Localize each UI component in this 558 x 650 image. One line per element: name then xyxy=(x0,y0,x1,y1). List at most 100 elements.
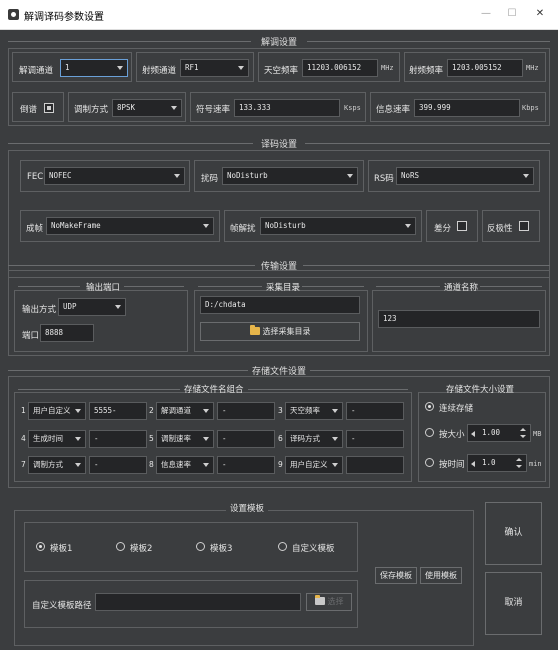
filename-item-value[interactable]: - xyxy=(89,430,147,448)
close-button[interactable]: ✕ xyxy=(530,6,550,22)
title-bar: 解调译码参数设置 — ☐ ✕ xyxy=(0,0,558,30)
template-label-custom: 自定义模板 xyxy=(292,544,335,554)
filename-item-select[interactable]: 调制速率 xyxy=(156,430,214,448)
filename-item-select[interactable]: 用户自定义 xyxy=(28,402,86,420)
rf-freq-input[interactable]: 1203.005152 xyxy=(447,59,523,77)
filename-item-value[interactable] xyxy=(346,456,404,474)
item-number: 1 xyxy=(21,406,26,415)
template-radio-custom[interactable] xyxy=(278,542,287,551)
frame-label: 成帧 xyxy=(26,224,44,234)
port-input[interactable]: 8888 xyxy=(40,324,94,342)
rs-label: RS码 xyxy=(374,174,394,184)
filename-item-value[interactable]: - xyxy=(346,430,404,448)
channel-name-input[interactable]: 123 xyxy=(378,310,540,328)
select-collect-dir-button[interactable]: 选择采集目录 xyxy=(200,322,360,341)
by-size-unit: MB xyxy=(533,430,542,438)
cancel-button[interactable]: 取消 xyxy=(485,572,542,635)
rf-freq-unit: MHz xyxy=(526,64,539,72)
by-time-radio[interactable] xyxy=(425,458,434,467)
filename-item-select[interactable]: 天空频率 xyxy=(285,402,343,420)
divider xyxy=(303,265,550,266)
minimize-button[interactable]: — xyxy=(476,6,496,22)
collect-path-input[interactable]: D:/chdata xyxy=(200,296,360,314)
filename-item-value[interactable]: 5555- xyxy=(89,402,147,420)
item-number: 3 xyxy=(278,406,283,415)
scramble-select[interactable]: NoDisturb xyxy=(222,167,358,185)
filename-item-select[interactable]: 信息速率 xyxy=(156,456,214,474)
info-rate-input[interactable]: 399.999 xyxy=(414,99,520,117)
symbol-rate-input[interactable]: 133.333 xyxy=(234,99,340,117)
info-rate-label: 信息速率 xyxy=(376,105,411,115)
sky-freq-input[interactable]: 11203.006152 xyxy=(302,59,378,77)
by-time-unit: min xyxy=(529,460,542,468)
filename-combo-title: 存储文件名组合 xyxy=(184,385,244,395)
filename-item-value[interactable]: - xyxy=(217,430,275,448)
out-mode-label: 输出方式 xyxy=(22,305,57,315)
by-size-radio[interactable] xyxy=(425,428,434,437)
frame-select[interactable]: NoMakeFrame xyxy=(46,217,214,235)
template-label-3: 模板3 xyxy=(210,544,233,554)
sky-freq-label: 天空频率 xyxy=(264,66,299,76)
filename-item-select[interactable]: 用户自定义 xyxy=(285,456,343,474)
item-number: 4 xyxy=(21,434,26,443)
descramble-select[interactable]: NoDisturb xyxy=(260,217,416,235)
custom-path-input[interactable] xyxy=(95,593,301,611)
by-size-label: 按大小 xyxy=(439,430,465,440)
by-size-spinner[interactable]: 1.00 xyxy=(467,424,531,442)
divider xyxy=(248,389,408,390)
file-size-title: 存储文件大小设置 xyxy=(446,385,515,395)
rf-channel-select[interactable]: RF1 xyxy=(180,59,249,77)
output-port-title: 输出端口 xyxy=(86,283,121,293)
demod-channel-select[interactable]: 1 xyxy=(60,59,128,77)
browse-template-button[interactable]: 选择 xyxy=(306,593,352,611)
confirm-button[interactable]: 确认 xyxy=(485,502,542,565)
window-title: 解调译码参数设置 xyxy=(24,12,104,23)
filename-item-select[interactable]: 译码方式 xyxy=(285,430,343,448)
filename-item-select[interactable]: 解调通道 xyxy=(156,402,214,420)
filename-item-select[interactable]: 调制方式 xyxy=(28,456,86,474)
by-time-spinner[interactable]: 1.0 xyxy=(467,454,527,472)
inverse-checkbox[interactable] xyxy=(44,103,54,113)
collect-dir-title: 采集目录 xyxy=(266,283,301,293)
diff-checkbox[interactable] xyxy=(457,221,467,231)
divider xyxy=(307,41,550,42)
out-mode-select[interactable]: UDP xyxy=(58,298,126,316)
filename-item-value[interactable]: - xyxy=(217,456,275,474)
demod-channel-label: 解调通道 xyxy=(19,66,54,76)
template-label-1: 模板1 xyxy=(50,544,73,554)
item-number: 8 xyxy=(149,460,154,469)
filename-item-select[interactable]: 生成时间 xyxy=(28,430,86,448)
save-template-button[interactable]: 保存模板 xyxy=(375,567,417,584)
rf-channel-label: 射频通道 xyxy=(142,66,177,76)
template-title: 设置模板 xyxy=(226,502,269,514)
polarity-label: 反极性 xyxy=(487,224,513,234)
filename-item-value[interactable]: - xyxy=(89,456,147,474)
inverse-label: 倒谱 xyxy=(20,105,38,115)
mod-label: 调制方式 xyxy=(74,105,109,115)
symbol-rate-label: 符号速率 xyxy=(196,105,231,115)
diff-label: 差分 xyxy=(434,224,452,234)
fec-select[interactable]: NOFEC xyxy=(44,167,185,185)
item-number: 7 xyxy=(21,460,26,469)
maximize-button[interactable]: ☐ xyxy=(502,6,522,22)
template-radio-1[interactable] xyxy=(36,542,45,551)
polarity-checkbox[interactable] xyxy=(519,221,529,231)
mod-select[interactable]: 8PSK xyxy=(112,99,182,117)
item-number: 2 xyxy=(149,406,154,415)
item-number: 6 xyxy=(278,434,283,443)
info-rate-unit: Kbps xyxy=(522,104,539,112)
item-number: 5 xyxy=(149,434,154,443)
divider xyxy=(376,286,440,287)
symbol-rate-unit: Ksps xyxy=(344,104,361,112)
filename-item-value[interactable]: - xyxy=(217,402,275,420)
folder-icon xyxy=(314,595,325,605)
rs-select[interactable]: NoRS xyxy=(396,167,534,185)
filename-item-value[interactable]: - xyxy=(346,402,404,420)
template-radio-3[interactable] xyxy=(196,542,205,551)
divider xyxy=(198,286,262,287)
continuous-radio[interactable] xyxy=(425,402,434,411)
channel-name-title: 通道名称 xyxy=(444,283,479,293)
rf-freq-label: 射频频率 xyxy=(409,66,444,76)
use-template-button[interactable]: 使用模板 xyxy=(420,567,462,584)
template-radio-2[interactable] xyxy=(116,542,125,551)
